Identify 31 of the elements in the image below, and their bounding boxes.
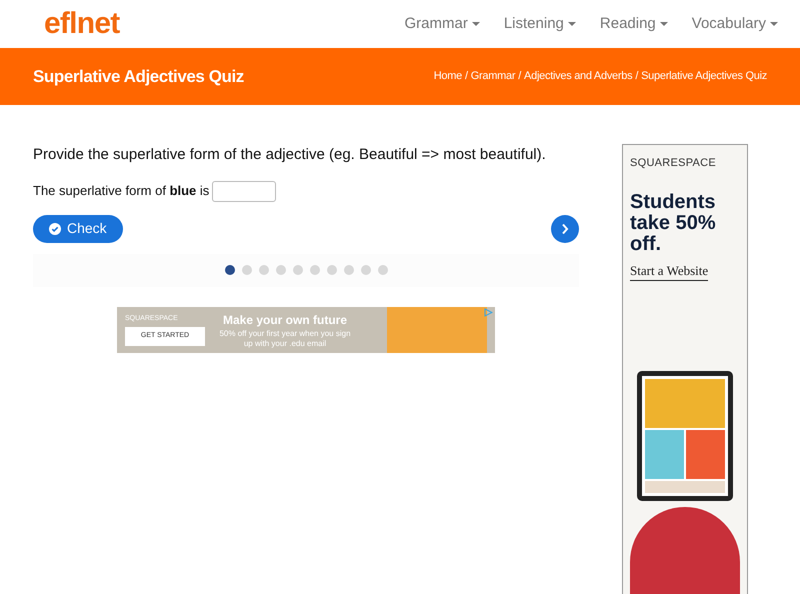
check-circle-icon <box>49 222 61 234</box>
side-ad[interactable]: SQUARESPACE Students take 50% off. Start a Website <box>622 144 748 594</box>
chevron-right-icon <box>561 222 569 234</box>
ad-headline: Students take 50% off. <box>630 192 717 254</box>
breadcrumb-link[interactable]: Adjectives and Adverbs <box>524 68 632 85</box>
question-text: The superlative form of blue is <box>33 182 210 200</box>
check-button[interactable]: Check <box>33 214 123 242</box>
breadcrumb-link[interactable]: Grammar <box>470 68 516 85</box>
breadcrumb-separator: / <box>518 69 522 84</box>
caret-icon <box>568 22 576 26</box>
caret-icon <box>472 22 480 26</box>
breadcrumb-separator: / <box>464 69 468 84</box>
ad-headline: Make your own future <box>222 312 347 328</box>
page-title: Superlative Adjectives Quiz <box>33 66 244 88</box>
nav-menu-link[interactable]: Listening <box>504 12 576 36</box>
breadcrumb-separator: / <box>635 69 638 84</box>
ad-body: 50% off your first year when you sign up with your .edu email <box>218 328 352 348</box>
quiz-instruction: Provide the superlative form of the adjective (eg. Beautiful => most beautiful). <box>33 145 547 165</box>
breadcrumb-link[interactable]: Home <box>434 68 462 85</box>
nav-menu-link[interactable]: Reading <box>600 12 668 36</box>
site-logo[interactable]: eflnet <box>44 9 120 39</box>
nav-menu-link[interactable]: Vocabulary <box>692 12 778 36</box>
ad-cta-link[interactable]: Start a Website <box>630 260 708 281</box>
nav-menu-link[interactable]: Grammar <box>404 12 480 36</box>
caret-icon <box>770 22 778 26</box>
caret-icon <box>660 22 668 26</box>
ad-choices-icon <box>484 308 493 316</box>
next-button[interactable] <box>551 214 579 242</box>
breadcrumb-link[interactable]: Superlative Adjectives Quiz <box>641 68 767 85</box>
ad-brand: SQUARESPACE <box>630 156 717 171</box>
answer-field[interactable] <box>212 180 276 202</box>
